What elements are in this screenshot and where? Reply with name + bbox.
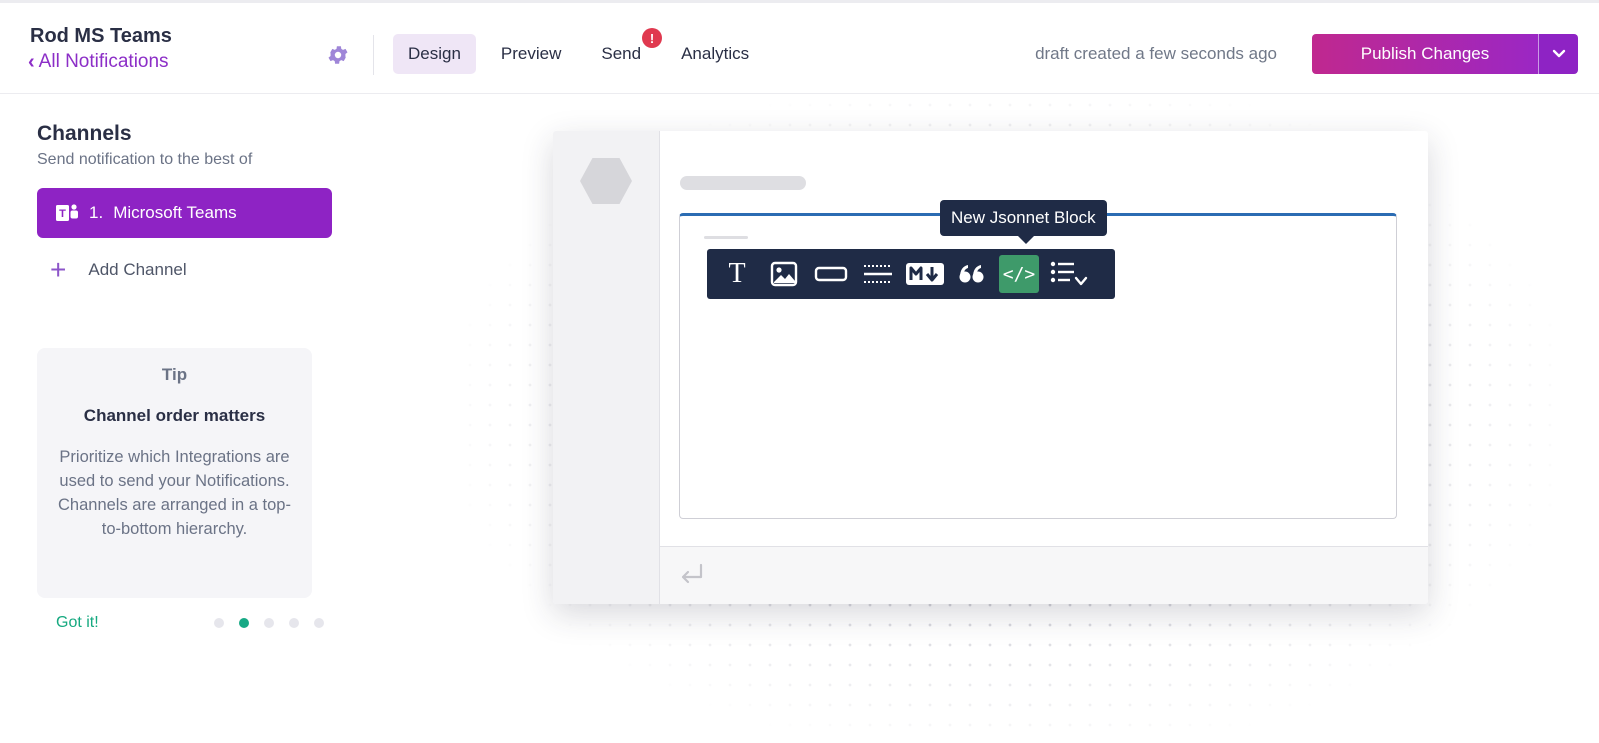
enter-return-icon — [681, 563, 703, 584]
svg-text:T: T — [59, 208, 66, 220]
card-avatar-column — [553, 131, 660, 604]
divider-block-button[interactable] — [858, 255, 898, 293]
chevron-left-icon: ‹ — [28, 51, 35, 73]
block-drag-handle[interactable] — [704, 236, 748, 239]
notification-title: Rod MS Teams — [30, 25, 172, 47]
draft-status-text: draft created a few seconds ago — [1035, 44, 1277, 63]
channels-heading: Channels — [37, 122, 132, 145]
quote-block-button[interactable] — [952, 255, 992, 293]
tip-page-dot[interactable] — [289, 618, 299, 628]
tab-analytics-label: Analytics — [681, 44, 750, 63]
jsonnet-block-button[interactable]: </> — [999, 255, 1039, 293]
publish-options-button[interactable] — [1538, 34, 1578, 74]
image-block-button[interactable] — [764, 255, 804, 293]
markdown-block-button[interactable] — [905, 255, 945, 293]
microsoft-teams-icon: T — [56, 204, 78, 221]
got-it-button[interactable]: Got it! — [56, 614, 99, 632]
add-channel-label: Add Channel — [88, 260, 187, 279]
jsonnet-code-icon: </> — [1002, 263, 1036, 285]
image-block-icon — [770, 261, 798, 287]
channel-index: 1. — [89, 203, 104, 222]
tip-page-dot[interactable] — [239, 618, 249, 628]
text-block-icon: T — [728, 258, 746, 289]
tip-card: Tip Channel order matters Prioritize whi… — [37, 348, 312, 598]
markdown-icon — [906, 263, 944, 285]
tooltip-arrow — [1017, 235, 1035, 244]
tip-body: Prioritize which Integrations are used t… — [58, 448, 291, 538]
hexagon-avatar-icon — [580, 158, 632, 204]
tab-design[interactable]: Design — [393, 34, 476, 74]
tip-pagination — [214, 618, 324, 628]
back-link-label: All Notifications — [38, 51, 169, 72]
publish-changes-button[interactable]: Publish Changes — [1312, 34, 1538, 74]
main-tabs: Design Preview Send ! Analytics — [393, 28, 774, 74]
quote-icon — [959, 265, 984, 283]
tab-send[interactable]: Send ! — [586, 28, 663, 74]
text-block-button[interactable]: T — [717, 255, 757, 293]
tip-label: Tip — [161, 365, 188, 384]
send-alert-badge: ! — [642, 28, 663, 48]
tab-preview-label: Preview — [500, 44, 562, 63]
tip-page-dot[interactable] — [214, 618, 224, 628]
block-toolbar: T </> — [707, 249, 1115, 299]
chevron-down-icon — [1552, 49, 1565, 58]
all-notifications-link[interactable]: ‹ All Notifications — [28, 51, 169, 73]
tip-heading: Channel order matters — [83, 406, 266, 425]
card-reply-footer — [660, 546, 1428, 604]
tab-analytics[interactable]: Analytics — [666, 34, 764, 74]
tab-send-label: Send — [601, 44, 642, 63]
divider-icon — [864, 265, 892, 283]
tab-design-label: Design — [408, 44, 461, 63]
add-channel-button[interactable]: + Add Channel — [50, 256, 187, 284]
tip-page-dot[interactable] — [314, 618, 324, 628]
top-header: Rod MS Teams ‹ All Notifications Design … — [0, 0, 1599, 94]
action-button-block-button[interactable] — [811, 255, 851, 293]
channels-subtitle: Send notification to the best of — [37, 151, 253, 168]
gear-icon[interactable] — [326, 43, 350, 67]
list-icon — [1050, 261, 1088, 286]
plus-icon: + — [50, 254, 67, 285]
header-divider — [373, 35, 374, 75]
new-jsonnet-block-tooltip: New Jsonnet Block — [940, 200, 1107, 236]
channel-name: Microsoft Teams — [113, 203, 237, 222]
channel-item-microsoft-teams[interactable]: T 1. Microsoft Teams — [37, 188, 332, 238]
tip-page-dot[interactable] — [264, 618, 274, 628]
message-title-placeholder — [680, 176, 806, 190]
publish-group: Publish Changes — [1312, 34, 1578, 74]
list-block-button[interactable] — [1046, 255, 1094, 293]
action-button-icon — [814, 266, 848, 282]
tab-preview[interactable]: Preview — [486, 34, 576, 74]
